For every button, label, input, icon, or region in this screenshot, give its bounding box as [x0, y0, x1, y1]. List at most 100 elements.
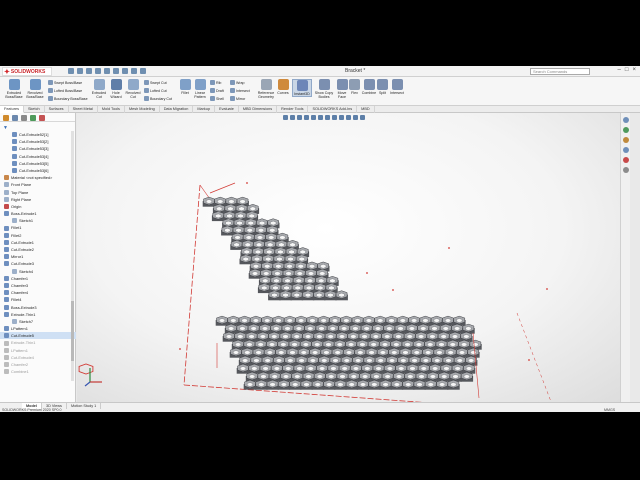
tab-sketch[interactable]: Sketch	[24, 106, 45, 113]
tree-item[interactable]: Extrude-Thin1	[0, 311, 76, 318]
maximize-icon[interactable]: □	[625, 67, 629, 73]
tree-item[interactable]: Sketch4	[0, 268, 76, 275]
tree-item[interactable]: Cut-Extrude53[2]	[0, 138, 76, 145]
tab-mbd[interactable]: MBD	[357, 106, 375, 113]
combine-button[interactable]: Combine	[361, 79, 377, 95]
extruded-cut-button[interactable]: Extruded Cut	[90, 79, 108, 99]
revolved-cut-button[interactable]: Revolved Cut	[124, 79, 142, 99]
print-icon[interactable]	[104, 68, 110, 74]
lofted-boss-button[interactable]: Lofted Boss/Base	[48, 88, 82, 93]
tree-item[interactable]: Mirror1	[0, 253, 76, 260]
design-library-icon[interactable]	[623, 127, 629, 133]
move-face-button[interactable]: Move Face	[336, 79, 348, 99]
linear-pattern-button[interactable]: Linear Pattern	[192, 79, 208, 99]
swept-cut-button[interactable]: Swept Cut	[144, 80, 167, 85]
split-button[interactable]: Split	[377, 79, 388, 95]
tree-item[interactable]: Boss-Extrude3	[0, 304, 76, 311]
new-file-icon[interactable]	[77, 68, 83, 74]
status-tab-motion-study-1[interactable]: Motion Study 1	[67, 403, 102, 409]
tab-mold-tools[interactable]: Mold Tools	[98, 106, 125, 113]
tree-item[interactable]: LPattern1	[0, 325, 76, 332]
tree-item[interactable]: Chamfer2	[0, 361, 76, 368]
tab-features[interactable]: Features	[0, 106, 24, 113]
file-explorer-icon[interactable]	[623, 137, 629, 143]
tab-surfaces[interactable]: Surfaces	[45, 106, 69, 113]
boundary-cut-button[interactable]: Boundary Cut	[144, 96, 172, 101]
tab-sheet-metal[interactable]: Sheet Metal	[69, 106, 98, 113]
tree-item[interactable]: Fillet4	[0, 296, 76, 303]
swept-boss-button[interactable]: Swept Boss/Base	[48, 80, 82, 85]
rib-button[interactable]: Rib	[210, 80, 221, 85]
tree-item[interactable]: Fillet2	[0, 232, 76, 239]
tree-item[interactable]: Cut-Extrude53[3]	[0, 145, 76, 152]
select-icon[interactable]	[122, 68, 128, 74]
tree-item[interactable]: Cut-Extrude5	[0, 332, 76, 340]
tree-item[interactable]: Sketch1	[0, 217, 76, 224]
tree-item[interactable]: Boss-Extrude1	[0, 210, 76, 217]
tree-item[interactable]: Chamfer4	[0, 289, 76, 296]
tree-item[interactable]: Cut-Extrude1	[0, 239, 76, 246]
flex-button[interactable]: Flex	[349, 79, 360, 95]
tree-item[interactable]: Chamfer1	[0, 275, 76, 282]
instant3d-button[interactable]: Instant3D	[292, 79, 312, 97]
tree-item[interactable]: Origin	[0, 203, 76, 210]
tab-solidworks-add-ins[interactable]: SOLIDWORKS Add-Ins	[308, 106, 358, 113]
solidworks-resources-icon[interactable]	[623, 117, 629, 123]
unit-system[interactable]: MMGS	[604, 408, 615, 412]
tab-mbd-dimensions[interactable]: MBD Dimensions	[239, 106, 278, 113]
property-manager-tab-icon[interactable]	[12, 115, 18, 121]
hole-wizard-button[interactable]: Hole Wizard	[108, 79, 124, 99]
appearances-icon[interactable]	[623, 157, 629, 163]
curves-button[interactable]: Curves	[277, 79, 289, 95]
tab-mesh-modeling[interactable]: Mesh Modeling	[125, 106, 160, 113]
minimize-icon[interactable]: –	[618, 67, 621, 73]
shell-button[interactable]: Shell	[210, 96, 224, 101]
tree-item[interactable]: Cut-Extrude52[1]	[0, 131, 76, 138]
tree-item[interactable]: Cut-Extrude53[5]	[0, 160, 76, 167]
extruded-boss-button[interactable]: Extruded Boss/Base	[3, 79, 25, 99]
tab-render-tools[interactable]: Render Tools	[277, 106, 309, 113]
tree-item[interactable]: Top Plane	[0, 189, 76, 196]
rebuild-icon[interactable]	[131, 68, 137, 74]
tree-item[interactable]: Front Plane	[0, 181, 76, 188]
tree-scrollbar[interactable]	[71, 131, 74, 381]
dimxpert-tab-icon[interactable]	[30, 115, 36, 121]
revolved-boss-button[interactable]: Revolved Boss/Base	[24, 79, 46, 99]
solidworks-logo[interactable]: ✦ SOLIDWORKS	[2, 67, 52, 76]
tree-item[interactable]: Cut-Extrude4	[0, 354, 76, 361]
tree-scroll-thumb[interactable]	[71, 301, 74, 361]
search-commands-input[interactable]: Search Commands	[530, 68, 590, 75]
undo-icon[interactable]	[113, 68, 119, 74]
intersect-small-button[interactable]: Intersect	[230, 88, 250, 93]
draft-button[interactable]: Draft	[210, 88, 224, 93]
open-file-icon[interactable]	[86, 68, 92, 74]
view-palette-icon[interactable]	[623, 147, 629, 153]
close-icon[interactable]: ×	[632, 67, 636, 73]
mirror-button[interactable]: Mirror	[230, 96, 245, 101]
options-gear-icon[interactable]	[140, 68, 146, 74]
feature-manager-tab-icon[interactable]	[3, 115, 9, 121]
tree-item[interactable]: Material <not specified>	[0, 174, 76, 181]
tab-markup[interactable]: Markup	[193, 106, 216, 113]
display-manager-tab-icon[interactable]	[39, 115, 45, 121]
fillet-button[interactable]: Fillet	[178, 79, 192, 95]
wrap-button[interactable]: Wrap	[230, 80, 245, 85]
tree-item[interactable]: Cut-Extrude53[6]	[0, 167, 76, 174]
tree-item[interactable]: LPattern1	[0, 347, 76, 354]
configuration-manager-tab-icon[interactable]	[21, 115, 27, 121]
tree-item[interactable]: Chamfer3	[0, 282, 76, 289]
boundary-boss-button[interactable]: Boundary Boss/Base	[48, 96, 88, 101]
show-copy-bodies-button[interactable]: Show Copy Bodies	[314, 79, 334, 99]
tree-item[interactable]: Cut-Extrude53[4]	[0, 153, 76, 160]
save-icon[interactable]	[95, 68, 101, 74]
tree-item[interactable]: Extrude-Thin1	[0, 339, 76, 346]
bracket-model[interactable]	[77, 113, 630, 402]
tree-item[interactable]: Cut-Extrude2	[0, 246, 76, 253]
intersect-button[interactable]: Intersect	[389, 79, 405, 95]
tab-evaluate[interactable]: Evaluate	[215, 106, 239, 113]
custom-properties-icon[interactable]	[623, 167, 629, 173]
tab-data-migration[interactable]: Data Migration	[160, 106, 194, 113]
home-icon[interactable]	[68, 68, 74, 74]
tree-item[interactable]: Sketch7	[0, 318, 76, 325]
tree-item[interactable]: Right Plane	[0, 196, 76, 203]
